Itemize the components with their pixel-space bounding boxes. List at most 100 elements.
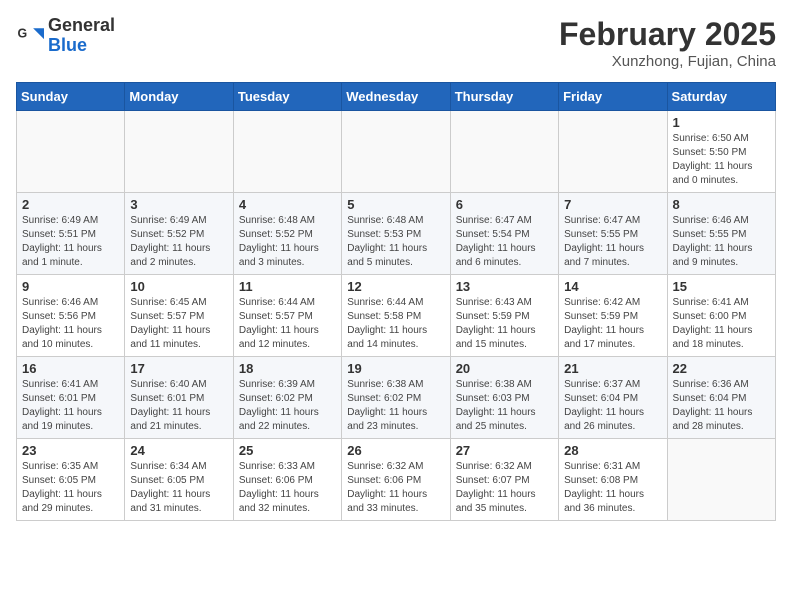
day-number: 18 [239, 361, 336, 376]
calendar-cell: 16Sunrise: 6:41 AM Sunset: 6:01 PM Dayli… [17, 357, 125, 439]
calendar-cell: 28 Sunrise: 6:31 AM Sunset: 6:08 PM Dayli… [559, 439, 667, 521]
day-number: 23 [22, 443, 119, 458]
day-number: 15 [673, 279, 770, 294]
day-number: 14 [564, 279, 661, 294]
day-info: Sunrise: 6:43 AM Sunset: 5:59 PM Dayligh… [456, 296, 553, 352]
day-info: Sunrise: 6:36 AM Sunset: 6:04 PM Dayligh… [673, 378, 770, 434]
calendar-cell: 26 Sunrise: 6:32 AM Sunset: 6:06 PM Dayli… [342, 439, 450, 521]
day-number: 22 [673, 361, 770, 376]
logo-general: General [48, 16, 115, 36]
calendar-cell: 15 Sunrise: 6:41 AM Sunset: 6:00 PM Dayli… [667, 275, 775, 357]
calendar-cell: 5 Sunrise: 6:48 AM Sunset: 5:53 PM Daylig… [342, 193, 450, 275]
calendar-header-row: SundayMondayTuesdayWednesdayThursdayFrid… [17, 83, 776, 111]
day-info: Sunrise: 6:42 AM Sunset: 5:59 PM Dayligh… [564, 296, 661, 352]
calendar-cell: 8 Sunrise: 6:46 AM Sunset: 5:55 PM Daylig… [667, 193, 775, 275]
calendar-cell: 6 Sunrise: 6:47 AM Sunset: 5:54 PM Daylig… [450, 193, 558, 275]
day-number: 2 [22, 197, 119, 212]
day-info: Sunrise: 6:41 AM Sunset: 6:00 PM Dayligh… [673, 296, 770, 352]
calendar-week-row: 9 Sunrise: 6:46 AM Sunset: 5:56 PM Daylig… [17, 275, 776, 357]
day-number: 28 [564, 443, 661, 458]
day-info: Sunrise: 6:46 AM Sunset: 5:56 PM Dayligh… [22, 296, 119, 352]
page-header: G General Blue February 2025 Xunzhong, F… [16, 16, 776, 70]
calendar-week-row: 16Sunrise: 6:41 AM Sunset: 6:01 PM Dayli… [17, 357, 776, 439]
location-title: Xunzhong, Fujian, China [559, 53, 776, 70]
svg-text:G: G [18, 26, 28, 40]
day-info: Sunrise: 6:38 AM Sunset: 6:02 PM Dayligh… [347, 378, 444, 434]
day-info: Sunrise: 6:31 AM Sunset: 6:08 PM Dayligh… [564, 460, 661, 516]
day-info: Sunrise: 6:45 AM Sunset: 5:57 PM Dayligh… [130, 296, 227, 352]
calendar-cell: 12Sunrise: 6:44 AM Sunset: 5:58 PM Dayli… [342, 275, 450, 357]
calendar-cell: 18Sunrise: 6:39 AM Sunset: 6:02 PM Dayli… [233, 357, 341, 439]
day-info: Sunrise: 6:47 AM Sunset: 5:55 PM Dayligh… [564, 214, 661, 270]
day-info: Sunrise: 6:38 AM Sunset: 6:03 PM Dayligh… [456, 378, 553, 434]
day-number: 25 [239, 443, 336, 458]
calendar-week-row: 23 Sunrise: 6:35 AM Sunset: 6:05 PM Dayli… [17, 439, 776, 521]
day-number: 6 [456, 197, 553, 212]
day-number: 7 [564, 197, 661, 212]
weekday-header-thursday: Thursday [450, 83, 558, 111]
day-number: 21 [564, 361, 661, 376]
logo-icon: G [16, 22, 44, 50]
calendar-cell: 14 Sunrise: 6:42 AM Sunset: 5:59 PM Dayli… [559, 275, 667, 357]
day-number: 10 [130, 279, 227, 294]
day-info: Sunrise: 6:47 AM Sunset: 5:54 PM Dayligh… [456, 214, 553, 270]
day-number: 5 [347, 197, 444, 212]
calendar-cell: 21 Sunrise: 6:37 AM Sunset: 6:04 PM Dayli… [559, 357, 667, 439]
calendar-week-row: 1 Sunrise: 6:50 AM Sunset: 5:50 PM Daylig… [17, 111, 776, 193]
day-info: Sunrise: 6:46 AM Sunset: 5:55 PM Dayligh… [673, 214, 770, 270]
calendar-cell: 4 Sunrise: 6:48 AM Sunset: 5:52 PM Daylig… [233, 193, 341, 275]
calendar-cell: 2Sunrise: 6:49 AM Sunset: 5:51 PM Daylig… [17, 193, 125, 275]
calendar-cell: 3 Sunrise: 6:49 AM Sunset: 5:52 PM Daylig… [125, 193, 233, 275]
day-number: 11 [239, 279, 336, 294]
day-number: 13 [456, 279, 553, 294]
day-info: Sunrise: 6:32 AM Sunset: 6:06 PM Dayligh… [347, 460, 444, 516]
day-info: Sunrise: 6:50 AM Sunset: 5:50 PM Dayligh… [673, 132, 770, 188]
day-number: 9 [22, 279, 119, 294]
calendar-cell: 20 Sunrise: 6:38 AM Sunset: 6:03 PM Dayli… [450, 357, 558, 439]
weekday-header-friday: Friday [559, 83, 667, 111]
calendar-cell [559, 111, 667, 193]
day-number: 26 [347, 443, 444, 458]
day-number: 1 [673, 115, 770, 130]
day-number: 19 [347, 361, 444, 376]
calendar-cell: 27 Sunrise: 6:32 AM Sunset: 6:07 PM Dayli… [450, 439, 558, 521]
day-info: Sunrise: 6:48 AM Sunset: 5:52 PM Dayligh… [239, 214, 336, 270]
calendar-table: SundayMondayTuesdayWednesdayThursdayFrid… [16, 82, 776, 521]
day-number: 24 [130, 443, 227, 458]
calendar-cell [667, 439, 775, 521]
day-number: 3 [130, 197, 227, 212]
day-info: Sunrise: 6:32 AM Sunset: 6:07 PM Dayligh… [456, 460, 553, 516]
weekday-header-monday: Monday [125, 83, 233, 111]
day-number: 8 [673, 197, 770, 212]
day-info: Sunrise: 6:40 AM Sunset: 6:01 PM Dayligh… [130, 378, 227, 434]
calendar-cell: 25Sunrise: 6:33 AM Sunset: 6:06 PM Dayli… [233, 439, 341, 521]
calendar-cell [233, 111, 341, 193]
weekday-header-saturday: Saturday [667, 83, 775, 111]
day-info: Sunrise: 6:44 AM Sunset: 5:57 PM Dayligh… [239, 296, 336, 352]
calendar-cell: 19 Sunrise: 6:38 AM Sunset: 6:02 PM Dayli… [342, 357, 450, 439]
calendar-week-row: 2Sunrise: 6:49 AM Sunset: 5:51 PM Daylig… [17, 193, 776, 275]
calendar-cell: 17Sunrise: 6:40 AM Sunset: 6:01 PM Dayli… [125, 357, 233, 439]
calendar-cell: 9 Sunrise: 6:46 AM Sunset: 5:56 PM Daylig… [17, 275, 125, 357]
calendar-cell: 7 Sunrise: 6:47 AM Sunset: 5:55 PM Daylig… [559, 193, 667, 275]
calendar-cell: 10 Sunrise: 6:45 AM Sunset: 5:57 PM Dayli… [125, 275, 233, 357]
day-number: 16 [22, 361, 119, 376]
month-title: February 2025 [559, 16, 776, 53]
day-info: Sunrise: 6:35 AM Sunset: 6:05 PM Dayligh… [22, 460, 119, 516]
weekday-header-sunday: Sunday [17, 83, 125, 111]
day-number: 27 [456, 443, 553, 458]
day-info: Sunrise: 6:37 AM Sunset: 6:04 PM Dayligh… [564, 378, 661, 434]
day-info: Sunrise: 6:48 AM Sunset: 5:53 PM Dayligh… [347, 214, 444, 270]
calendar-cell: 13 Sunrise: 6:43 AM Sunset: 5:59 PM Dayli… [450, 275, 558, 357]
weekday-header-tuesday: Tuesday [233, 83, 341, 111]
calendar-cell [450, 111, 558, 193]
calendar-cell: 24Sunrise: 6:34 AM Sunset: 6:05 PM Dayli… [125, 439, 233, 521]
calendar-cell: 23 Sunrise: 6:35 AM Sunset: 6:05 PM Dayli… [17, 439, 125, 521]
calendar-cell [125, 111, 233, 193]
calendar-cell [17, 111, 125, 193]
day-number: 12 [347, 279, 444, 294]
weekday-header-wednesday: Wednesday [342, 83, 450, 111]
day-info: Sunrise: 6:49 AM Sunset: 5:52 PM Dayligh… [130, 214, 227, 270]
day-number: 20 [456, 361, 553, 376]
day-number: 4 [239, 197, 336, 212]
